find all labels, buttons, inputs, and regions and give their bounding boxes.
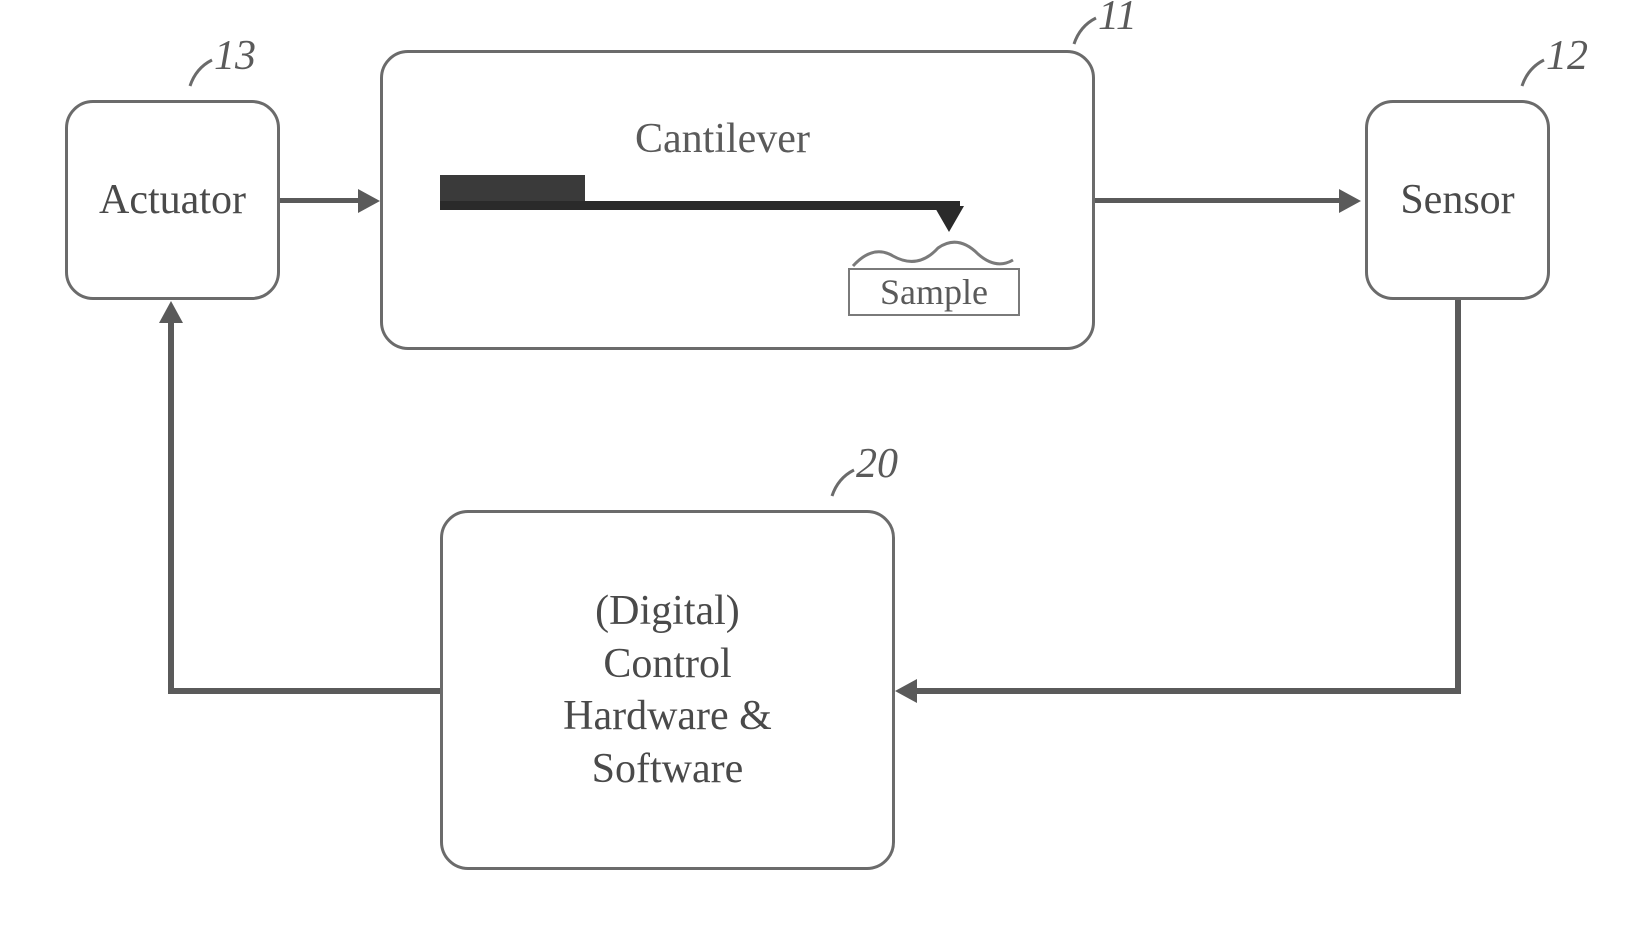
arrow-sensor-down [1455,300,1461,694]
sample-box: Sample [848,268,1020,316]
arrowhead-actuator-to-cantilever [358,189,380,213]
ref-num-20: 20 [856,440,898,488]
cantilever-tip-icon [934,206,964,232]
sample-surface-icon [848,238,1018,272]
arrow-controller-up [168,322,174,694]
cantilever-arm [440,201,960,210]
controller-line1: (Digital) [563,585,772,638]
sensor-label: Sensor [1390,164,1524,237]
controller-line2: Control [563,638,772,691]
arrow-cantilever-to-sensor [1095,198,1343,203]
ref-num-11: 11 [1098,0,1137,40]
arrowhead-controller-to-actuator [159,301,183,323]
ref-tick-12 [1520,56,1546,88]
controller-line4: Software [563,743,772,796]
actuator-label: Actuator [89,164,256,237]
sample-label: Sample [880,271,988,313]
arrow-actuator-to-cantilever [280,198,362,203]
arrowhead-sensor-to-controller [895,679,917,703]
ref-tick-13 [188,56,214,88]
ref-tick-11 [1072,14,1098,46]
cantilever-label: Cantilever [635,115,810,163]
ref-tick-20 [830,466,856,498]
controller-block: (Digital) Control Hardware & Software [440,510,895,870]
actuator-block: Actuator [65,100,280,300]
arrowhead-cantilever-to-sensor [1339,189,1361,213]
ref-num-12: 12 [1546,32,1588,80]
ref-num-13: 13 [214,32,256,80]
controller-text: (Digital) Control Hardware & Software [553,575,782,805]
controller-line3: Hardware & [563,690,772,743]
arrow-sensor-left [916,688,1461,694]
arrow-controller-left [168,688,440,694]
sensor-block: Sensor [1365,100,1550,300]
